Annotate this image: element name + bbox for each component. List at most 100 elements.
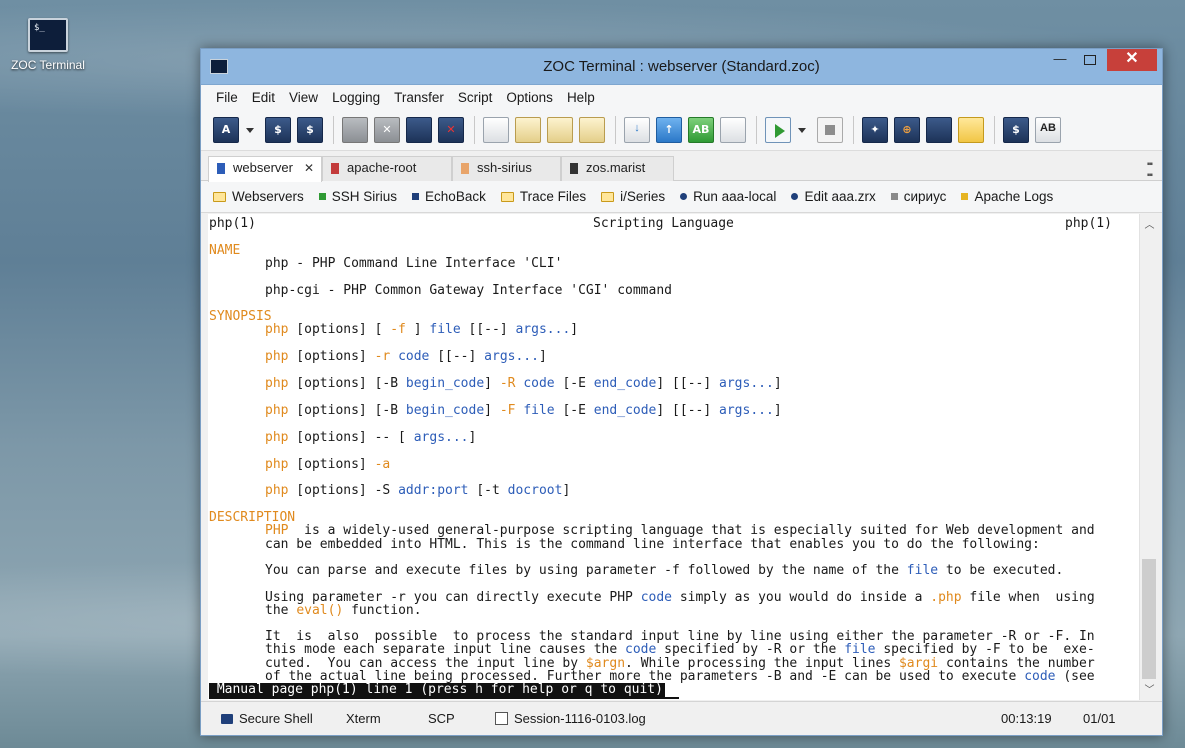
keyboard-icon[interactable]	[720, 116, 746, 143]
menu-file[interactable]: File	[209, 90, 245, 105]
tab-webserver[interactable]: webserver ✕	[208, 156, 322, 182]
paste-edit-icon[interactable]	[547, 116, 573, 143]
name-line: php-cgi - PHP Common Gateway Interface '…	[265, 283, 672, 298]
secure-shell-icon	[221, 714, 233, 724]
description-line: the eval() function.	[265, 603, 422, 618]
bookmark-bar: Webservers SSH Sirius EchoBack Trace Fil…	[201, 181, 1162, 213]
description-line: can be embedded into HTML. This is the c…	[265, 537, 1040, 552]
transfer-protocol[interactable]: SCP	[428, 711, 455, 726]
tab-close-icon[interactable]: ✕	[304, 157, 314, 179]
paste-icon[interactable]	[515, 116, 541, 143]
menu-edit[interactable]: Edit	[245, 90, 282, 105]
folder-icon	[500, 191, 514, 202]
cursor-underline	[209, 697, 679, 699]
toolbar-separator	[333, 115, 334, 144]
quick-connect-icon[interactable]: $	[265, 116, 291, 143]
description-line: You can parse and execute files by using…	[265, 563, 1064, 578]
tab-ssh-sirius[interactable]: ssh-sirius	[452, 156, 561, 181]
menu-script[interactable]: Script	[451, 90, 500, 105]
folder-icon[interactable]	[958, 116, 984, 143]
font-icon[interactable]: AB	[1035, 116, 1061, 143]
name-line: php - PHP Command Line Interface 'CLI'	[265, 256, 563, 271]
menu-logging[interactable]: Logging	[325, 90, 387, 105]
synopsis-line: php [options] -a	[265, 457, 391, 472]
close-button[interactable]: ✕	[1107, 49, 1157, 71]
upload-icon[interactable]: ↑	[656, 116, 682, 143]
tab-apache-root[interactable]: apache-root	[322, 156, 452, 181]
script-icon	[791, 193, 799, 200]
cancel-icon[interactable]: ✕	[374, 116, 400, 143]
pager-status-line: Manual page php(1) line 1 (press h for h…	[209, 682, 665, 697]
session-icon	[461, 163, 469, 174]
address-book-dropdown[interactable]	[245, 117, 255, 143]
menu-options[interactable]: Options	[499, 90, 560, 105]
menu-view[interactable]: View	[282, 90, 325, 105]
man-header-left: php(1)	[209, 216, 256, 231]
tab-label: apache-root	[347, 160, 417, 175]
terminal-icon: $_	[28, 18, 68, 52]
desktop-icon-zoc-terminal[interactable]: $_ ZOC Terminal	[8, 18, 88, 72]
terminal-scrollbar[interactable]: ︿ ﹀	[1139, 214, 1158, 700]
synopsis-line: php [options] [ -f ] file [[--] args...]	[265, 322, 579, 337]
address-book-icon[interactable]: A	[213, 116, 239, 143]
host-icon	[961, 193, 969, 200]
terminal-screen[interactable]: php(1) Scripting Language php(1) NAME ph…	[208, 214, 1139, 700]
host-icon	[890, 193, 898, 200]
scroll-up-icon[interactable]: ︿	[1140, 216, 1159, 233]
run-script-icon[interactable]	[765, 116, 791, 143]
disconnect-icon[interactable]: $	[297, 116, 323, 143]
synopsis-line: php [options] -S addr:port [-t docroot]	[265, 483, 571, 498]
folder-icon	[601, 191, 615, 202]
minimize-button[interactable]: —	[1047, 49, 1073, 71]
emulation-type[interactable]: Xterm	[346, 711, 381, 726]
status-bar: Secure Shell Xterm SCP Session-1116-0103…	[201, 701, 1162, 735]
copy-icon[interactable]	[483, 116, 509, 143]
logging-checkbox[interactable]	[495, 712, 508, 725]
scroll-down-icon[interactable]: ﹀	[1140, 681, 1159, 698]
bookmark-trace-files[interactable]: Trace Files	[500, 189, 586, 204]
scrollbar-thumb[interactable]	[1142, 559, 1156, 679]
tab-label: webserver	[233, 160, 293, 175]
bookmark-apache-logs[interactable]: Apache Logs	[961, 189, 1053, 204]
bookmark-run-aaa-local[interactable]: Run aaa-local	[680, 189, 776, 204]
translate-icon[interactable]: AB	[688, 116, 714, 143]
copy-session-icon[interactable]	[342, 116, 368, 143]
man-header-right: php(1)	[1065, 216, 1112, 231]
session-icon	[217, 163, 225, 174]
menu-transfer[interactable]: Transfer	[387, 90, 451, 105]
options-icon[interactable]: $	[1003, 116, 1029, 143]
toolbar-separator	[853, 115, 854, 144]
bookmark-ssh-sirius[interactable]: SSH Sirius	[318, 189, 397, 204]
terminal-icon[interactable]	[926, 116, 952, 143]
close-session-icon[interactable]: ✕	[438, 116, 464, 143]
stop-script-icon[interactable]	[817, 116, 843, 143]
bookmark-webservers[interactable]: Webservers	[213, 189, 304, 204]
toolbar-separator	[474, 115, 475, 144]
bookmark-echoback[interactable]: EchoBack	[412, 189, 486, 204]
tab-label: zos.marist	[586, 160, 646, 175]
bookmark-iseries[interactable]: i/Series	[601, 189, 665, 204]
bookmark-sirius-ru[interactable]: сириус	[890, 189, 946, 204]
bookmark-edit-aaa-zrx[interactable]: Edit aaa.zrx	[791, 189, 876, 204]
compass-icon[interactable]: ⊕	[894, 116, 920, 143]
section-synopsis-heading: SYNOPSIS	[209, 309, 272, 324]
print-icon[interactable]	[579, 116, 605, 143]
menu-help[interactable]: Help	[560, 90, 602, 105]
section-name-heading: NAME	[209, 243, 241, 258]
run-script-dropdown[interactable]	[797, 117, 807, 143]
menu-bar: File Edit View Logging Transfer Script O…	[201, 85, 1162, 109]
toolbar-separator	[615, 115, 616, 144]
download-icon[interactable]: ↓	[624, 116, 650, 143]
session-page: 01/01	[1083, 711, 1116, 726]
tab-list-icon[interactable]: ▪▪ ▪▪	[1147, 159, 1153, 181]
new-session-icon[interactable]	[406, 116, 432, 143]
tab-zos-marist[interactable]: zos.marist	[561, 156, 674, 181]
session-icon	[570, 163, 578, 174]
tab-label: ssh-sirius	[477, 160, 532, 175]
title-bar[interactable]: ZOC Terminal : webserver (Standard.zoc) …	[201, 49, 1162, 85]
desktop-icon-label: ZOC Terminal	[11, 58, 85, 72]
session-log[interactable]: Session-1116-0103.log	[495, 711, 646, 726]
maximize-button[interactable]	[1076, 49, 1104, 71]
connection-type[interactable]: Secure Shell	[221, 711, 313, 726]
host-directory-icon[interactable]: ✦	[862, 116, 888, 143]
